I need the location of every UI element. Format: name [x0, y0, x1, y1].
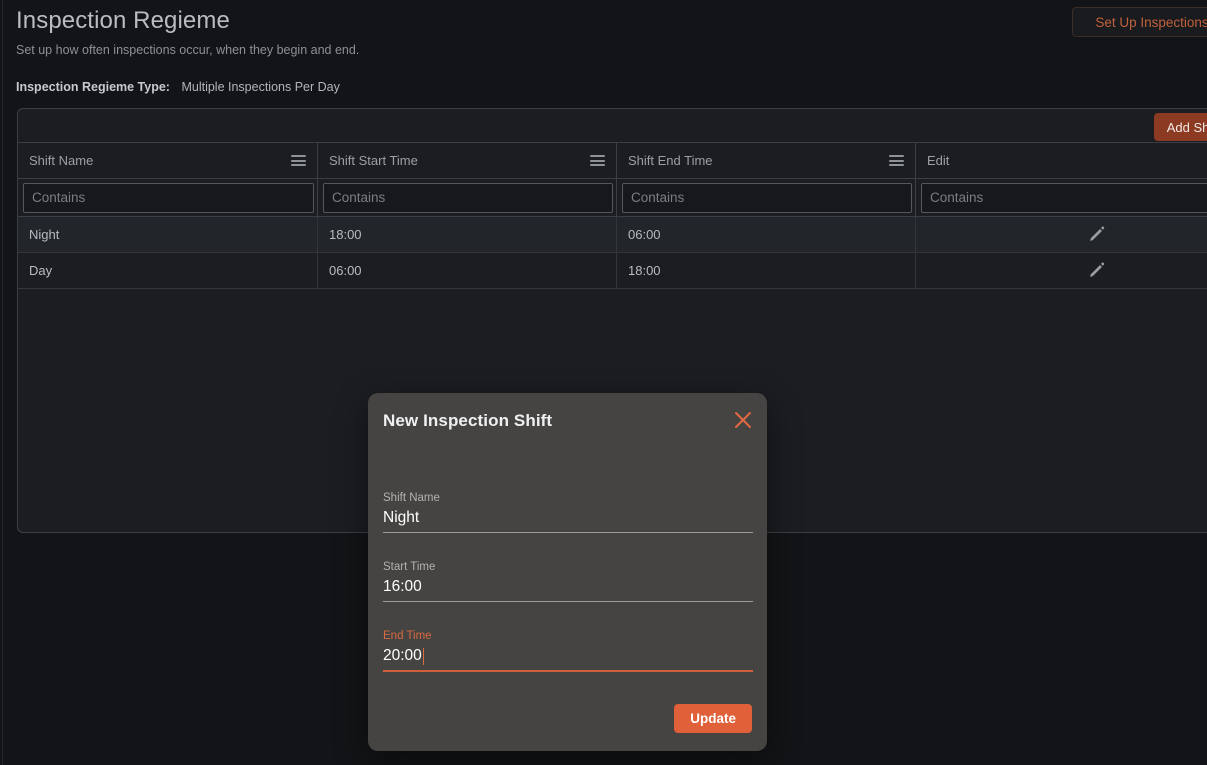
- filter-input-shift-end-time[interactable]: [622, 182, 912, 213]
- cell-start-time: 06:00: [318, 253, 617, 288]
- grid-filter-row: [18, 179, 1207, 217]
- regieme-type-label: Inspection Regieme Type:: [16, 80, 170, 94]
- regieme-type-row: Inspection Regieme Type: Multiple Inspec…: [16, 79, 1207, 95]
- update-button[interactable]: Update: [674, 704, 752, 733]
- field-start-time[interactable]: Start Time 16:00: [383, 560, 753, 602]
- filter-cell-edit: [916, 179, 1207, 216]
- dialog-footer: Update: [674, 704, 752, 733]
- field-value: 16:00: [383, 578, 422, 595]
- field-label: Shift Name: [383, 492, 440, 504]
- field-value: Night: [383, 509, 420, 526]
- regieme-type-value: Multiple Inspections Per Day: [181, 80, 340, 94]
- cell-end-time: 18:00: [617, 253, 916, 288]
- left-rail-divider: [2, 0, 3, 765]
- cell-start-time: 18:00: [318, 217, 617, 252]
- field-shift-name[interactable]: Shift Name Night: [383, 491, 753, 533]
- hamburger-icon[interactable]: [291, 155, 306, 166]
- hamburger-icon[interactable]: [889, 155, 904, 166]
- column-header-shift-name[interactable]: Shift Name: [18, 143, 318, 178]
- new-inspection-shift-dialog: New Inspection Shift Shift Name Night St…: [368, 393, 767, 751]
- pencil-icon[interactable]: [1088, 262, 1105, 279]
- pencil-icon[interactable]: [1088, 226, 1105, 243]
- filter-cell-shift-start-time: [318, 179, 617, 216]
- field-label: Start Time: [383, 561, 436, 573]
- table-row[interactable]: Day 06:00 18:00: [18, 253, 1207, 289]
- cell-shift-name: Night: [18, 217, 318, 252]
- column-header-label: Shift Name: [29, 153, 94, 168]
- cell-edit: [916, 217, 1207, 252]
- column-header-shift-start-time[interactable]: Shift Start Time: [318, 143, 617, 178]
- hamburger-icon[interactable]: [590, 155, 605, 166]
- text-cursor: [422, 647, 425, 665]
- set-up-inspections-button[interactable]: Set Up Inspections: [1072, 7, 1207, 37]
- dialog-form: Shift Name Night Start Time 16:00 End Ti…: [383, 491, 753, 699]
- filter-cell-shift-name: [18, 179, 318, 216]
- page-title: Inspection Regieme: [16, 7, 230, 34]
- add-shift-button[interactable]: Add Shift +: [1153, 113, 1207, 141]
- field-underline: [383, 670, 753, 672]
- close-x-icon[interactable]: [732, 409, 754, 431]
- column-header-shift-end-time[interactable]: Shift End Time: [617, 143, 916, 178]
- filter-cell-shift-end-time: [617, 179, 916, 216]
- grid-header-row: Shift Name Shift Start Time Shift End Ti…: [18, 143, 1207, 179]
- cell-shift-name: Day: [18, 253, 318, 288]
- filter-input-edit[interactable]: [921, 182, 1207, 213]
- dialog-title: New Inspection Shift: [383, 411, 553, 430]
- grid-toolbar: Add Shift +: [18, 109, 1207, 143]
- add-shift-label: Add Shift: [1166, 119, 1207, 135]
- column-header-edit[interactable]: Edit: [916, 143, 1207, 178]
- field-label: End Time: [383, 630, 432, 642]
- column-header-label: Edit: [927, 153, 950, 168]
- filter-input-shift-start-time[interactable]: [323, 182, 613, 213]
- table-row[interactable]: Night 18:00 06:00: [18, 217, 1207, 253]
- cell-edit: [916, 253, 1207, 288]
- field-end-time[interactable]: End Time 20:00: [383, 629, 753, 672]
- field-value: 20:00: [383, 647, 422, 664]
- column-header-label: Shift Start Time: [329, 153, 418, 168]
- column-header-label: Shift End Time: [628, 153, 713, 168]
- page-subtitle: Set up how often inspections occur, when…: [16, 43, 360, 57]
- field-underline: [383, 532, 753, 533]
- field-underline: [383, 601, 753, 602]
- page-header: Inspection Regieme Set up how often insp…: [16, 6, 1207, 95]
- filter-input-shift-name[interactable]: [23, 182, 314, 213]
- field-value-wrap: 20:00: [383, 643, 753, 670]
- cell-end-time: 06:00: [617, 217, 916, 252]
